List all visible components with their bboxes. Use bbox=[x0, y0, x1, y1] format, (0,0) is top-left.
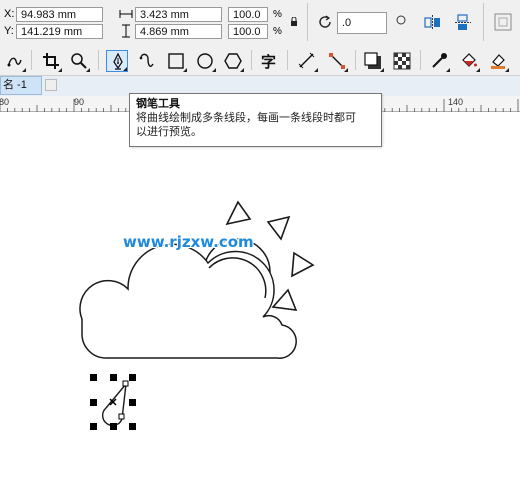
rotation-center-icon[interactable] bbox=[396, 15, 406, 28]
smart-fill-tool-button[interactable] bbox=[487, 50, 509, 72]
x-position-field[interactable]: 94.983 mm bbox=[16, 7, 103, 22]
watermark-text: www.rjzxw.com bbox=[123, 233, 254, 251]
mirror-horizontal-icon[interactable] bbox=[424, 14, 442, 33]
separator bbox=[307, 3, 308, 41]
document-tab[interactable]: 名 -1 bbox=[0, 76, 42, 95]
rotation-field[interactable]: .0 bbox=[337, 12, 387, 34]
scale-y-field[interactable]: 100.0 bbox=[228, 24, 268, 39]
rotate-icon bbox=[317, 14, 333, 33]
scale-x-field[interactable]: 100.0 bbox=[228, 7, 268, 22]
scale-y-percent: % bbox=[273, 26, 282, 37]
cloud-shape bbox=[79, 243, 297, 359]
sun-ray bbox=[291, 251, 315, 278]
pen-tool-button[interactable] bbox=[106, 50, 128, 72]
mirror-vertical-icon[interactable] bbox=[454, 14, 472, 35]
tooltip-line-2: 以进行预览。 bbox=[136, 126, 202, 138]
ellipse-tool-button[interactable] bbox=[194, 50, 216, 72]
fill-tool-button[interactable] bbox=[458, 50, 480, 72]
eyedropper-tool-button[interactable] bbox=[428, 50, 450, 72]
tooltip-line-1: 将曲线绘制成多条线段，每画一条线段时都可 bbox=[136, 112, 356, 124]
new-tab-button[interactable] bbox=[45, 79, 57, 91]
tooltip-title: 钢笔工具 bbox=[136, 98, 180, 110]
property-bar: X: 94.983 mm Y: 141.219 mm 3.423 mm 4.86… bbox=[0, 0, 520, 44]
toolbox: 字 bbox=[0, 44, 520, 76]
artwork bbox=[79, 200, 315, 430]
width-field[interactable]: 3.423 mm bbox=[135, 7, 222, 22]
polygon-tool-button[interactable] bbox=[222, 50, 244, 72]
separator bbox=[483, 3, 484, 41]
drop-shadow-tool-button[interactable] bbox=[362, 50, 384, 72]
height-field[interactable]: 4.869 mm bbox=[135, 24, 222, 39]
crop-tool-button[interactable] bbox=[40, 50, 62, 72]
text-tool-icon: 字 bbox=[261, 53, 277, 71]
ruler-label: 140 bbox=[448, 97, 464, 107]
rectangle-tool-button[interactable] bbox=[165, 50, 187, 72]
scale-x-percent: % bbox=[273, 9, 282, 20]
lock-ratio-icon[interactable] bbox=[290, 16, 298, 29]
dimension-tool-button[interactable] bbox=[296, 50, 318, 72]
pen-tool-tooltip: 钢笔工具 将曲线绘制成多条线段，每画一条线段时都可 以进行预览。 bbox=[129, 93, 382, 147]
sun-ray bbox=[271, 288, 298, 311]
freehand-tool-button[interactable] bbox=[4, 50, 26, 72]
ruler-label: 80 bbox=[0, 97, 10, 107]
zoom-tool-button[interactable] bbox=[68, 50, 90, 72]
y-label: Y: bbox=[4, 25, 14, 37]
connector-tool-button[interactable] bbox=[326, 50, 348, 72]
text-tool-button[interactable]: 字 bbox=[258, 50, 280, 72]
transparency-tool-button[interactable] bbox=[391, 50, 413, 72]
y-position-field[interactable]: 141.219 mm bbox=[16, 24, 103, 39]
height-icon bbox=[121, 24, 131, 41]
width-icon bbox=[119, 9, 133, 22]
sun-ray bbox=[266, 215, 291, 241]
transform-options-icon[interactable] bbox=[494, 13, 512, 34]
ruler-label: 90 bbox=[74, 97, 85, 107]
bspline-tool-button[interactable] bbox=[136, 50, 158, 72]
drawing-canvas[interactable] bbox=[0, 112, 520, 495]
sun-ray bbox=[225, 200, 252, 226]
x-label: X: bbox=[4, 8, 15, 20]
